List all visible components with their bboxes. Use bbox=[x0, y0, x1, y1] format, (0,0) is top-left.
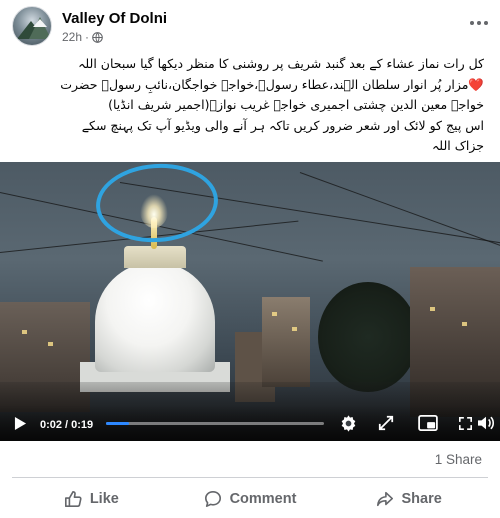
post-text-line: جزاک اللہ bbox=[431, 138, 484, 153]
divider bbox=[12, 477, 488, 478]
video-player[interactable]: 0:02 / 0:19 bbox=[0, 162, 500, 441]
share-icon bbox=[376, 491, 393, 507]
window-light bbox=[462, 322, 467, 326]
like-button[interactable]: Like bbox=[12, 480, 171, 518]
fullscreen-icon[interactable] bbox=[456, 413, 474, 433]
like-icon bbox=[64, 490, 82, 508]
post-time[interactable]: 22h bbox=[62, 30, 82, 44]
video-controls: 0:02 / 0:19 bbox=[0, 405, 500, 441]
post-text-line: اس پیج کو لائک اور شعر ضرور کریں تاکہ ہر… bbox=[81, 117, 484, 133]
dome-drum bbox=[124, 246, 186, 268]
comment-label: Comment bbox=[229, 491, 297, 507]
window-light bbox=[292, 327, 297, 331]
share-label: Share bbox=[401, 491, 442, 507]
progress-bar[interactable] bbox=[106, 422, 324, 425]
shrine-dome bbox=[95, 262, 215, 372]
post-meta: 22h · bbox=[62, 30, 103, 44]
building bbox=[262, 297, 310, 387]
comment-icon bbox=[204, 490, 221, 508]
highlight-circle bbox=[93, 162, 221, 247]
tree bbox=[318, 282, 418, 392]
post-header: Valley Of Dolni 22h · bbox=[12, 6, 492, 50]
post-text-line: ❤️مزار پُر انوار سلطان الہند،عطاء رسولؐ،… bbox=[60, 76, 484, 92]
more-options-icon[interactable] bbox=[466, 12, 492, 34]
like-label: Like bbox=[89, 491, 119, 507]
feed-post: Valley Of Dolni 22h · کل رات نماز عشاء ک… bbox=[0, 0, 500, 518]
time-separator: / bbox=[65, 419, 69, 431]
share-count[interactable]: 1 Share bbox=[435, 452, 482, 467]
play-icon[interactable] bbox=[10, 413, 30, 433]
window-light bbox=[272, 312, 277, 316]
post-text: کل رات نماز عشاء کے بعد گنبد شریف پر روش… bbox=[10, 54, 484, 157]
globe-icon[interactable] bbox=[92, 31, 103, 43]
post-text-line: کل رات نماز عشاء کے بعد گنبد شریف پر روش… bbox=[78, 56, 484, 71]
settings-icon[interactable] bbox=[337, 413, 359, 433]
page-avatar[interactable] bbox=[12, 6, 52, 46]
meta-separator: · bbox=[85, 30, 90, 44]
window-light bbox=[22, 330, 27, 334]
volume-icon[interactable] bbox=[476, 413, 496, 433]
comment-button[interactable]: Comment bbox=[171, 480, 330, 518]
post-actions: Like Comment Share bbox=[12, 480, 488, 518]
window-light bbox=[48, 342, 53, 346]
post-text-line: خواجہ معین الدین چشتی اجمیری خواجہ غریب … bbox=[108, 97, 484, 112]
share-button[interactable]: Share bbox=[329, 480, 488, 518]
expand-icon[interactable] bbox=[376, 413, 396, 433]
window-light bbox=[430, 307, 435, 311]
current-time: 0:02 bbox=[40, 419, 63, 431]
video-time: 0:02 / 0:19 bbox=[40, 415, 93, 435]
progress-fill bbox=[106, 422, 129, 425]
pip-icon[interactable] bbox=[417, 413, 439, 433]
duration: 0:19 bbox=[71, 419, 94, 431]
page-name[interactable]: Valley Of Dolni bbox=[62, 10, 167, 27]
